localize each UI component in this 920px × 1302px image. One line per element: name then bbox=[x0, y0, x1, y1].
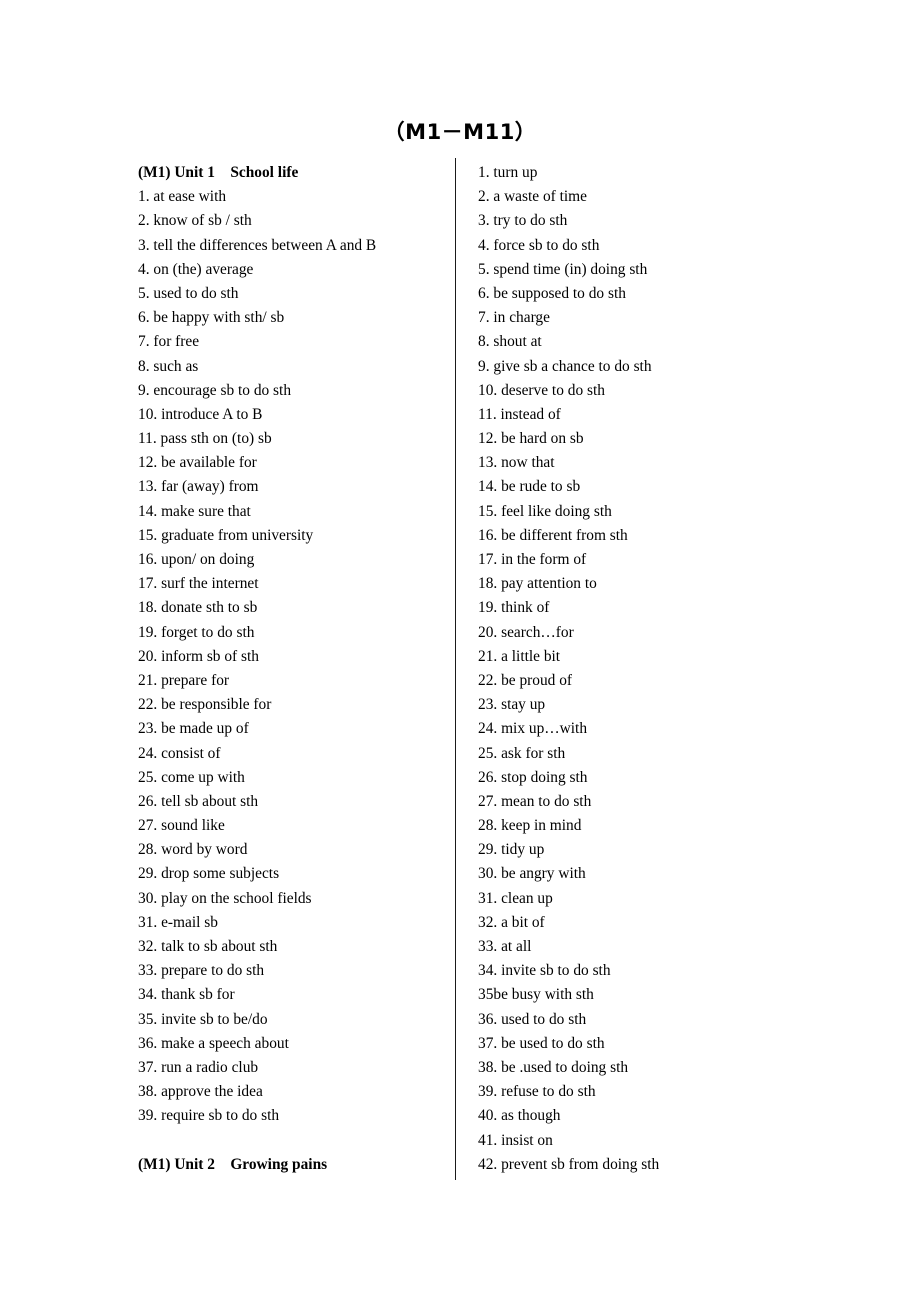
list-item: 36. used to do sth bbox=[478, 1010, 587, 1028]
list-item: 2. a waste of time bbox=[478, 188, 587, 206]
list-item: 25. ask for sth bbox=[478, 744, 566, 762]
list-item: 33. prepare to do sth bbox=[138, 962, 265, 980]
list-item: 13. far (away) from bbox=[138, 478, 259, 496]
list-item: 32. talk to sb about sth bbox=[138, 938, 278, 955]
list-item: 6. be happy with sth/ sb bbox=[138, 309, 285, 327]
list-item: 35. invite sb to be/do bbox=[138, 1010, 268, 1028]
list-item: 38. approve the idea bbox=[138, 1083, 263, 1101]
list-item: 36. make a speech about bbox=[138, 1034, 289, 1052]
list-item: 14. be rude to sb bbox=[478, 478, 581, 496]
list-item: 25. come up with bbox=[138, 768, 245, 786]
list-item: 10. deserve to do sth bbox=[478, 381, 605, 399]
list-item: 20. search…for bbox=[478, 623, 574, 641]
list-item: 30. play on the school fields bbox=[138, 889, 312, 907]
list-item: 15. graduate from university bbox=[138, 526, 314, 544]
list-item: 16. upon/ on doing bbox=[138, 551, 255, 568]
list-item: 34. thank sb for bbox=[138, 986, 235, 1004]
page-title: （M1－M11） bbox=[383, 120, 537, 144]
list-item: 7. in charge bbox=[478, 309, 550, 327]
section-heading: (M1) Unit 2 Growing pains bbox=[138, 1155, 328, 1173]
list-item: 10. introduce A to B bbox=[138, 405, 263, 423]
list-item: 12. be available for bbox=[138, 454, 257, 472]
list-item: 17. surf the internet bbox=[138, 575, 259, 593]
list-item: 31. e-mail sb bbox=[138, 913, 218, 931]
list-item: 21. a little bit bbox=[478, 647, 561, 665]
list-item: 37. run a radio club bbox=[138, 1058, 259, 1076]
list-item: 26. tell sb about sth bbox=[138, 792, 259, 810]
list-item: 9. encourage sb to do sth bbox=[138, 381, 292, 399]
list-item: 40. as though bbox=[478, 1107, 561, 1125]
list-item: 26. stop doing sth bbox=[478, 768, 588, 786]
list-item: 1. at ease with bbox=[138, 188, 227, 206]
list-item: 4. force sb to do sth bbox=[478, 236, 600, 254]
section-heading: (M1) Unit 1 School life bbox=[138, 164, 299, 181]
column-divider bbox=[455, 158, 456, 1180]
list-item: 6. be supposed to do sth bbox=[478, 284, 626, 302]
list-item: 12. be hard on sb bbox=[478, 430, 584, 448]
list-item: 3. try to do sth bbox=[478, 212, 568, 230]
list-item: 20. inform sb of sth bbox=[138, 647, 259, 665]
list-item: 29. tidy up bbox=[478, 841, 545, 859]
two-column-body: (M1) Unit 1 School life 1. at ease with 2.… bbox=[0, 158, 920, 1191]
list-item: 18. donate sth to sb bbox=[138, 599, 258, 617]
list-item: 28. keep in mind bbox=[478, 817, 582, 835]
list-item: 17. in the form of bbox=[478, 551, 587, 568]
list-item: 34. invite sb to do sth bbox=[478, 962, 611, 980]
list-item: 19. forget to do sth bbox=[138, 623, 255, 641]
list-item: 16. be different from sth bbox=[478, 526, 628, 544]
list-item: 27. mean to do sth bbox=[478, 792, 592, 810]
list-item: 7. for free bbox=[138, 333, 200, 351]
list-item: 3. tell the differences between A and B bbox=[138, 236, 377, 254]
list-item: 21. prepare for bbox=[138, 671, 230, 689]
list-item: 28. word by word bbox=[138, 841, 248, 859]
list-item: 4. on (the) average bbox=[138, 260, 254, 278]
list-item: 19. think of bbox=[478, 599, 550, 617]
list-item: 5. used to do sth bbox=[138, 284, 239, 302]
right-column: 1. turn up 2. a waste of time 3. try to do… bbox=[478, 161, 778, 1177]
list-item: 24. consist of bbox=[138, 744, 221, 762]
list-item: 35be busy with sth bbox=[478, 986, 594, 1004]
list-item: 30. be angry with bbox=[478, 865, 586, 883]
document-page: （M1－M11） (M1) Unit 1 School life 1. at ea… bbox=[0, 0, 920, 1302]
list-item: 38. be .used to doing sth bbox=[478, 1058, 629, 1076]
list-item: 32. a bit of bbox=[478, 913, 545, 931]
list-item: 31. clean up bbox=[478, 889, 553, 907]
list-item: 24. mix up…with bbox=[478, 720, 588, 738]
list-item: 29. drop some subjects bbox=[138, 865, 280, 883]
list-item: 15. feel like doing sth bbox=[478, 502, 612, 520]
list-item: 41. insist on bbox=[478, 1131, 553, 1149]
list-item: 1. turn up bbox=[478, 164, 538, 181]
list-item: 22. be proud of bbox=[478, 671, 573, 689]
list-item: 5. spend time (in) doing sth bbox=[478, 260, 648, 278]
list-item: 23. stay up bbox=[478, 696, 546, 714]
list-item: 8. such as bbox=[138, 357, 199, 375]
list-item: 39. require sb to do sth bbox=[138, 1107, 280, 1125]
list-item: 18. pay attention to bbox=[478, 575, 597, 593]
left-column: (M1) Unit 1 School life 1. at ease with 2.… bbox=[138, 161, 443, 1177]
list-item: 22. be responsible for bbox=[138, 696, 272, 714]
list-item: 39. refuse to do sth bbox=[478, 1083, 596, 1101]
list-item: 14. make sure that bbox=[138, 502, 251, 520]
list-item: 23. be made up of bbox=[138, 720, 249, 738]
list-item: 8. shout at bbox=[478, 333, 542, 351]
list-item: 11. pass sth on (to) sb bbox=[138, 430, 272, 448]
list-item: 9. give sb a chance to do sth bbox=[478, 357, 652, 375]
list-item: 37. be used to do sth bbox=[478, 1034, 605, 1052]
list-item: 2. know of sb / sth bbox=[138, 212, 252, 230]
list-item: 42. prevent sb from doing sth bbox=[478, 1155, 660, 1173]
list-item: 33. at all bbox=[478, 938, 532, 955]
list-item: 11. instead of bbox=[478, 405, 561, 423]
list-item: 27. sound like bbox=[138, 817, 225, 835]
list-item: 13. now that bbox=[478, 454, 555, 472]
